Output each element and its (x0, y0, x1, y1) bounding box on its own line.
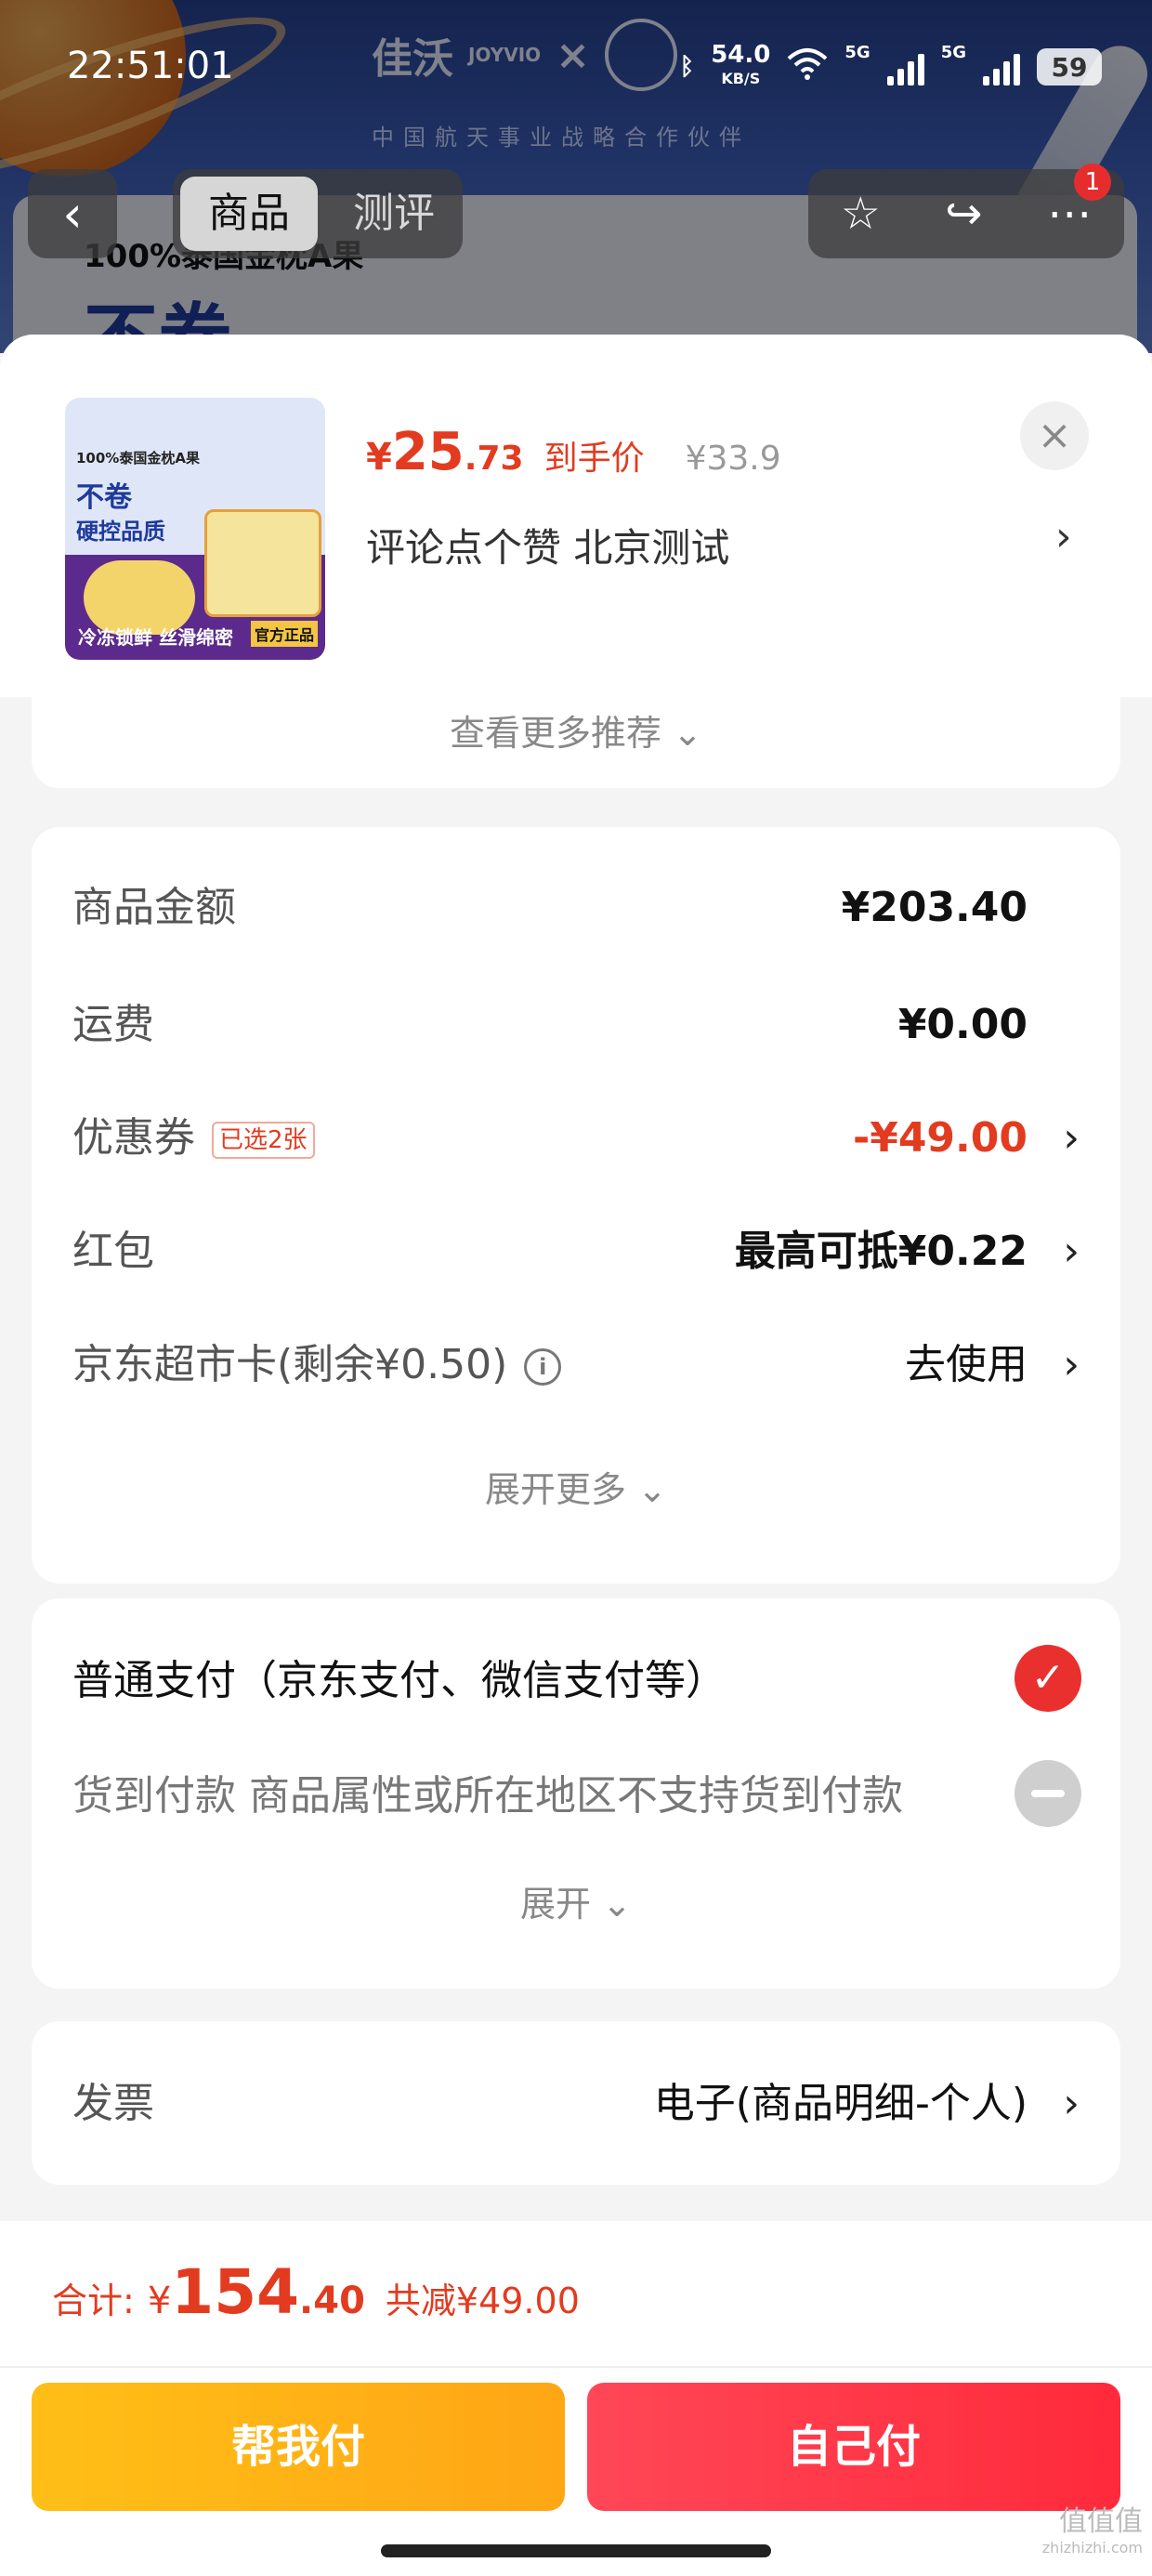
self-pay-button[interactable]: 自己付 (587, 2383, 1120, 2511)
product-header: 100%泰国金枕A果 不卷 硬控品质 冷冻锁鲜 丝滑绵密 官方正品 ¥ 25 .… (0, 335, 1152, 697)
watermark-domain: zhizhizhi.com (1041, 2539, 1143, 2556)
shipping-label: 运费 (72, 1001, 154, 1048)
chevron-right-icon[interactable]: › (1063, 1219, 1080, 1284)
close-icon[interactable]: × (1020, 401, 1089, 470)
watermark-text: 值值值 (1059, 2505, 1143, 2538)
check-icon[interactable]: ✓ (1015, 1645, 1081, 1712)
home-indicator[interactable] (381, 2544, 771, 2557)
tab-product[interactable]: 商品 (180, 177, 318, 251)
redpacket-value: 最高可抵¥0.22 (734, 1228, 1028, 1275)
goods-amount-value: ¥203.40 (841, 884, 1028, 931)
thumb-text-fresh: 冷冻锁鲜 丝滑绵密 (78, 626, 233, 649)
original-price: ¥33.9 (685, 440, 781, 478)
supermarket-card-value[interactable]: 去使用 (905, 1333, 1028, 1398)
status-bar: 22:51:01 ᛒ 54.0 KB/S 5G 5G 59 (0, 37, 1152, 102)
order-summary-card: 商品金额 ¥203.40 运费 ¥0.00 优惠券 已选2张 -¥49.00 › … (32, 827, 1120, 1584)
thumb-official-badge: 官方正品 (250, 621, 318, 647)
net-speed-value: 54.0 (711, 41, 771, 69)
status-icons: ᛒ 54.0 KB/S 5G 5G 59 (680, 43, 1102, 91)
cod-payment-option: 货到付款 商品属性或所在地区不支持货到付款 (72, 1772, 903, 1820)
gift-box-image (204, 509, 321, 617)
summary-row-redpacket[interactable]: 红包 最高可抵¥0.22 › (72, 1219, 1080, 1284)
invoice-row[interactable]: 发票 电子(商品明细-个人) › (72, 2071, 1080, 2136)
checkout-footer: 合计: ¥ 154 .40 共减¥49.00 帮我付 自己付 值值值 zhizh… (0, 2221, 1152, 2576)
watermark: 值值值 zhizhizhi.com (1041, 2508, 1143, 2561)
nav-tabs: 商品 测评 (173, 169, 463, 258)
sim2-label: 5G (940, 43, 966, 62)
tab-review[interactable]: 测评 (325, 177, 463, 251)
price-decimal: .73 (464, 440, 524, 478)
signal-icon-2 (983, 48, 1020, 85)
invoice-card[interactable]: 发票 电子(商品明细-个人) › (32, 2021, 1120, 2185)
order-total: 合计: ¥ 154 .40 共减¥49.00 (52, 2256, 580, 2328)
invoice-value: 电子(商品明细-个人) (653, 2080, 1028, 2127)
summary-row-coupon[interactable]: 优惠券 已选2张 -¥49.00 › (72, 1106, 1080, 1171)
price-line: ¥ 25 .73 到手价 ¥33.9 (366, 422, 781, 482)
coupon-label: 优惠券 已选2张 (72, 1106, 315, 1171)
invoice-label: 发票 (72, 2080, 154, 2127)
share-icon[interactable]: ↪ (945, 188, 982, 240)
net-speed-unit: KB/S (721, 70, 761, 87)
goods-amount-label: 商品金额 (72, 884, 236, 931)
chevron-right-icon[interactable]: › (1055, 513, 1072, 560)
total-decimal: .40 (299, 2280, 365, 2322)
supermarket-card-label-text: 京东超市卡(剩余¥0.50) (72, 1341, 508, 1388)
thumb-text-origin: 100%泰国金枕A果 (76, 450, 200, 467)
review-prompt[interactable]: 评论点个赞 北京测试 (366, 517, 729, 573)
normal-payment-option[interactable]: 普通支付（京东支付、微信支付等） (72, 1647, 727, 1706)
bluetooth-icon: ᛒ (679, 53, 695, 81)
nav-actions: ☆ ↪ ⋯ 1 (808, 164, 1124, 258)
total-saved: 共减¥49.00 (385, 2280, 580, 2321)
product-nav-bar: ‹ 商品 测评 ☆ ↪ ⋯ 1 (0, 164, 1152, 258)
chevron-right-icon[interactable]: › (1063, 1333, 1080, 1398)
summary-row-supermarket-card[interactable]: 京东超市卡(剩余¥0.50) i 去使用 › (72, 1333, 1080, 1398)
summary-row-goods: 商品金额 ¥203.40 (72, 875, 1080, 940)
total-integer: 154 (171, 2256, 300, 2328)
price-integer: 25 (391, 422, 465, 482)
info-icon[interactable]: i (524, 1348, 562, 1386)
footer-divider (0, 2366, 1152, 2368)
price-currency: ¥ (366, 436, 392, 479)
product-thumbnail[interactable]: 100%泰国金枕A果 不卷 硬控品质 冷冻锁鲜 丝滑绵密 官方正品 (65, 398, 325, 660)
expand-payment-button[interactable]: 展开 ⌄ (32, 1875, 1120, 1926)
chevron-left-icon: ‹ (62, 184, 83, 243)
disabled-icon (1015, 1760, 1081, 1827)
chevron-right-icon[interactable]: › (1063, 2071, 1080, 2136)
star-icon[interactable]: ☆ (841, 188, 881, 240)
thumb-text-headline: 不卷 (76, 481, 132, 514)
coupon-selected-tag: 已选2张 (212, 1122, 315, 1159)
help-pay-button[interactable]: 帮我付 (32, 2383, 565, 2511)
net-speed: 54.0 KB/S (711, 43, 770, 91)
sim1-label: 5G (844, 43, 871, 62)
thumb-text-quality: 硬控品质 (76, 519, 165, 545)
shipping-value: ¥0.00 (897, 1001, 1028, 1048)
coupon-label-text: 优惠券 (72, 1114, 195, 1162)
more-recommend-card: 查看更多推荐 ⌄ (32, 697, 1120, 788)
payment-method-card: 普通支付（京东支付、微信支付等） ✓ 货到付款 商品属性或所在地区不支持货到付款… (32, 1598, 1120, 1989)
supermarket-card-label: 京东超市卡(剩余¥0.50) i (72, 1333, 562, 1398)
signal-icon-1 (886, 48, 924, 85)
notification-badge: 1 (1074, 164, 1111, 201)
total-currency: ¥ (147, 2280, 172, 2322)
total-label: 合计: (52, 2280, 135, 2321)
battery-icon: 59 (1037, 48, 1102, 85)
chevron-right-icon[interactable]: › (1063, 1106, 1080, 1171)
price-label: 到手价 (543, 440, 645, 478)
redpacket-label: 红包 (72, 1228, 154, 1275)
summary-row-shipping: 运费 ¥0.00 (72, 992, 1080, 1058)
more-recommend-link[interactable]: 查看更多推荐 ⌄ (32, 704, 1120, 756)
back-button[interactable]: ‹ (28, 169, 117, 258)
coupon-value: -¥49.00 (852, 1114, 1028, 1162)
wifi-icon (787, 47, 828, 87)
clock: 22:51:01 (67, 45, 234, 87)
expand-more-button[interactable]: 展开更多 ⌄ (32, 1461, 1120, 1512)
